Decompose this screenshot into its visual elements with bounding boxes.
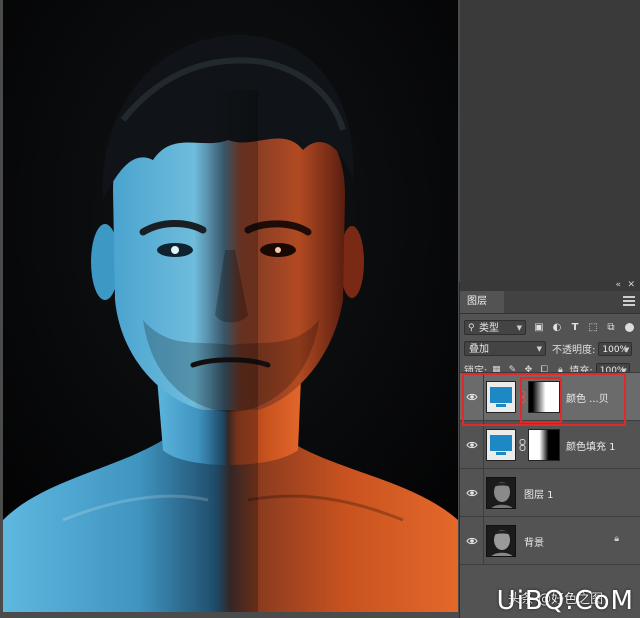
layer-name[interactable]: 颜色填充 1 <box>566 438 616 453</box>
layer-name[interactable]: 图层 1 <box>524 486 554 501</box>
filter-type-select[interactable]: ⚲ 类型 ▼ <box>464 320 526 335</box>
shape-filter-icon[interactable]: ⬚ <box>587 322 599 334</box>
filter-type-label: 类型 <box>479 323 499 334</box>
collapse-panel-icon[interactable]: « <box>615 280 621 290</box>
layer-row[interactable]: 图层 1 <box>460 469 640 517</box>
visibility-eye-icon[interactable] <box>466 487 478 499</box>
visibility-eye-icon[interactable] <box>466 391 478 403</box>
layer-name[interactable]: 背景 <box>524 534 544 549</box>
document-canvas[interactable] <box>0 0 460 618</box>
blend-row: 叠加 ▼ 不透明度: 100% ▼ <box>460 338 640 359</box>
panel-title-bar[interactable]: « ✕ <box>460 280 640 291</box>
close-icon[interactable]: ✕ <box>627 280 635 290</box>
divider <box>483 421 484 468</box>
layer-thumbnail[interactable] <box>486 477 516 509</box>
image-filter-icon[interactable]: ▣ <box>533 322 545 334</box>
layer-thumbnail[interactable] <box>486 525 516 557</box>
panel-menu-icon[interactable] <box>623 296 635 306</box>
portrait-artwork <box>3 0 458 612</box>
portrait-photo <box>3 0 458 612</box>
link-chain-icon[interactable] <box>519 439 526 451</box>
panel-tab-bar: 图层 <box>460 291 640 314</box>
link-chain-icon[interactable] <box>519 391 526 403</box>
layers-list: 颜色 ...贝 颜色填充 1 图层 1 背景 🔒︎ <box>460 372 640 565</box>
color-fill-thumbnail[interactable] <box>486 381 516 413</box>
chevron-down-icon: ▼ <box>516 324 522 332</box>
adjustment-filter-icon[interactable]: ◐ <box>551 322 563 334</box>
layer-name[interactable]: 颜色 ...贝 <box>566 390 609 405</box>
layer-row[interactable]: 颜色填充 1 <box>460 421 640 469</box>
filter-toggle-icon[interactable] <box>625 323 634 332</box>
type-filter-icon[interactable]: T <box>569 322 581 334</box>
lock-icon: 🔒︎ <box>614 534 619 544</box>
layer-row[interactable]: 颜色 ...贝 <box>460 373 640 421</box>
divider <box>483 517 484 564</box>
layer-filter-row: ⚲ 类型 ▼ ▣ ◐ T ⬚ ⧉ <box>460 317 640 338</box>
layer-mask-thumbnail[interactable] <box>528 381 560 413</box>
workspace-background <box>460 0 640 282</box>
search-icon: ⚲ <box>468 323 475 333</box>
color-fill-thumbnail[interactable] <box>486 429 516 461</box>
layer-row[interactable]: 背景 🔒︎ <box>460 517 640 565</box>
chevron-down-icon: ▼ <box>536 345 542 353</box>
blend-mode-value: 叠加 <box>469 344 489 355</box>
chevron-down-icon: ▼ <box>623 345 630 354</box>
divider <box>483 373 484 420</box>
opacity-field[interactable]: 100% ▼ <box>598 341 633 356</box>
blend-mode-select[interactable]: 叠加 ▼ <box>464 341 546 356</box>
layers-panel: « ✕ 图层 ⚲ 类型 ▼ ▣ ◐ T ⬚ ⧉ 叠加 ▼ 不透明度: 100% … <box>459 280 640 618</box>
visibility-eye-icon[interactable] <box>466 535 478 547</box>
opacity-label: 不透明度: <box>552 345 596 356</box>
watermark-logo: UiBQ.CoM <box>496 586 634 616</box>
layer-mask-thumbnail[interactable] <box>528 429 560 461</box>
smart-object-filter-icon[interactable]: ⧉ <box>605 322 617 334</box>
divider <box>483 469 484 516</box>
visibility-eye-icon[interactable] <box>466 439 478 451</box>
tab-layers[interactable]: 图层 <box>460 291 504 313</box>
